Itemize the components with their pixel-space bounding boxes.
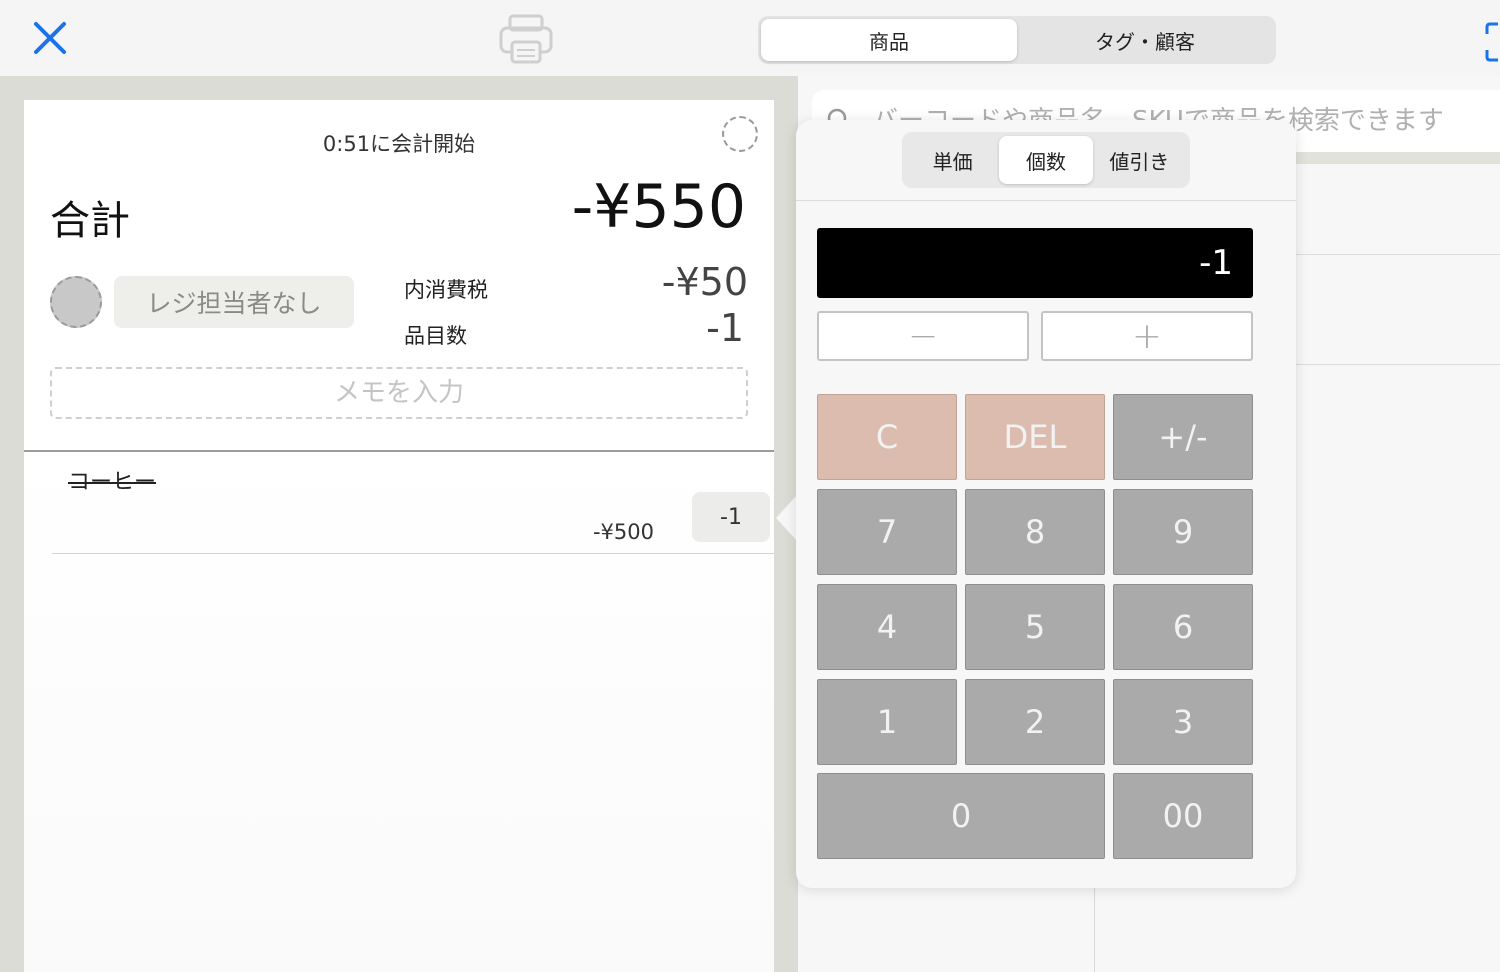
tax-label: 内消費税: [404, 278, 488, 302]
key-delete[interactable]: DEL: [965, 394, 1105, 480]
product-grid-divider: [1094, 888, 1095, 972]
top-bar: 商品 タグ・顧客: [0, 0, 1500, 76]
tax-value: -¥50: [661, 260, 748, 304]
keypad-mode-segment: 単価 個数 値引き: [902, 132, 1190, 188]
product-row-divider: [1296, 364, 1500, 365]
mode-quantity[interactable]: 個数: [999, 136, 1093, 184]
customer-placeholder-icon[interactable]: [722, 116, 758, 152]
order-panel: 0:51に会計開始 合計 -¥550 レジ担当者なし 内消費税 -¥50 品目数…: [24, 100, 774, 972]
scan-icon: [1485, 22, 1498, 62]
total-label: 合計: [50, 198, 130, 244]
close-x-icon: [34, 22, 66, 54]
decrement-button[interactable]: −: [817, 311, 1029, 361]
key-2[interactable]: 2: [965, 679, 1105, 765]
mode-unit-price[interactable]: 単価: [906, 136, 999, 184]
line-item-name: コーヒー: [68, 470, 157, 495]
staff-select-button[interactable]: レジ担当者なし: [114, 276, 354, 328]
key-sign-toggle[interactable]: +/-: [1113, 394, 1253, 480]
tab-products[interactable]: 商品: [761, 19, 1017, 61]
order-line-item[interactable]: コーヒー -¥500 -1: [52, 452, 774, 554]
memo-input[interactable]: [50, 367, 748, 419]
main-tab-segment: 商品 タグ・顧客: [758, 16, 1276, 64]
key-0[interactable]: 0: [817, 773, 1105, 859]
close-button[interactable]: [28, 16, 72, 60]
key-6[interactable]: 6: [1113, 584, 1253, 670]
checkout-start-time: 0:51に会計開始: [322, 132, 476, 156]
key-5[interactable]: 5: [965, 584, 1105, 670]
tab-tags-customers[interactable]: タグ・顧客: [1017, 19, 1273, 61]
key-00[interactable]: 00: [1113, 773, 1253, 859]
staff-avatar[interactable]: [50, 276, 102, 328]
keypad-display: -1: [817, 228, 1253, 298]
keypad-popover: 単価 個数 値引き -1 − + C DEL +/- 7 8 9 4 5 6 1…: [796, 120, 1296, 888]
mode-discount[interactable]: 値引き: [1093, 136, 1186, 184]
key-1[interactable]: 1: [817, 679, 957, 765]
line-item-quantity-button[interactable]: -1: [692, 492, 770, 542]
print-button[interactable]: [498, 14, 554, 66]
key-8[interactable]: 8: [965, 489, 1105, 575]
popover-divider: [796, 200, 1296, 201]
product-list-header: [1296, 152, 1500, 164]
line-item-price: -¥500: [592, 520, 654, 544]
total-value: -¥550: [571, 172, 746, 242]
item-count-label: 品目数: [404, 324, 467, 348]
key-clear[interactable]: C: [817, 394, 957, 480]
key-3[interactable]: 3: [1113, 679, 1253, 765]
key-7[interactable]: 7: [817, 489, 957, 575]
popover-arrow: [776, 494, 798, 542]
item-count-value: -1: [706, 306, 744, 350]
scan-button[interactable]: [1484, 20, 1500, 64]
key-4[interactable]: 4: [817, 584, 957, 670]
printer-icon: [499, 14, 553, 64]
key-9[interactable]: 9: [1113, 489, 1253, 575]
product-row-divider: [1296, 254, 1500, 255]
increment-button[interactable]: +: [1041, 311, 1253, 361]
